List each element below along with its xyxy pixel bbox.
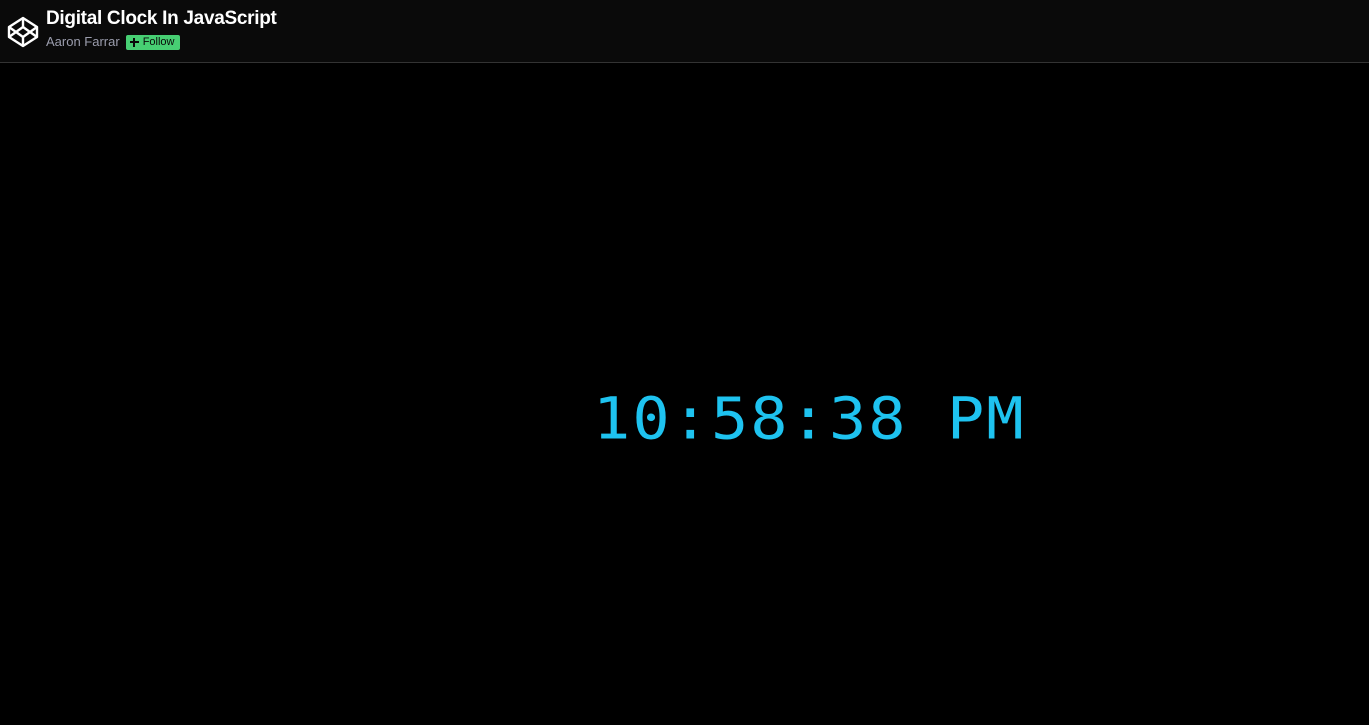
- pen-header: Digital Clock In JavaScript Aaron Farrar…: [0, 0, 1369, 63]
- follow-label: Follow: [142, 35, 175, 48]
- plus-icon: [129, 37, 139, 47]
- follow-button[interactable]: Follow: [125, 34, 180, 50]
- pen-title-block: Digital Clock In JavaScript Aaron Farrar…: [46, 7, 277, 50]
- pen-title: Digital Clock In JavaScript: [46, 8, 277, 29]
- codepen-logo-icon[interactable]: [7, 16, 39, 48]
- author-row: Aaron Farrar Follow: [46, 34, 277, 50]
- author-link[interactable]: Aaron Farrar: [46, 34, 120, 50]
- digital-clock-display: 10:58:38 PM: [593, 384, 1026, 453]
